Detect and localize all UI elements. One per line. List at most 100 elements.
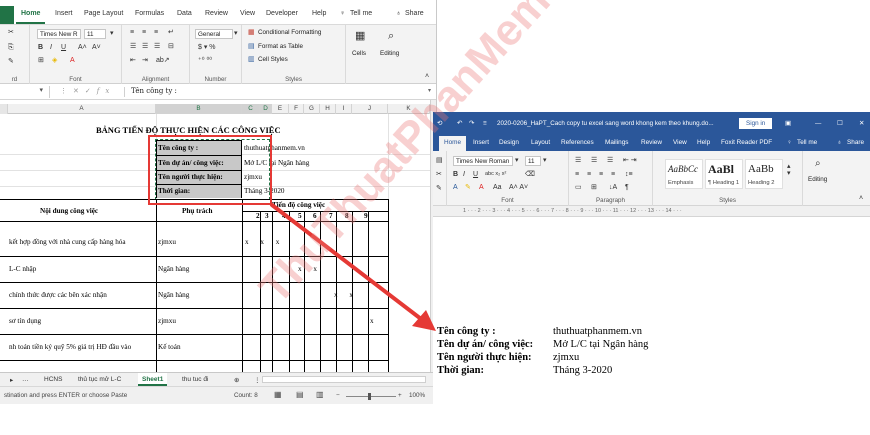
multilevel-icon[interactable]: ☰: [607, 157, 613, 164]
close-icon[interactable]: ✕: [859, 120, 864, 127]
copy-icon[interactable]: ⎘: [8, 44, 14, 51]
page-break-view-icon[interactable]: ▥: [316, 390, 324, 399]
word-editing-button[interactable]: Editing: [808, 176, 827, 183]
underline-icon[interactable]: U: [473, 171, 478, 178]
word-document-page[interactable]: Tên công ty : thuthuatphanmem.vn Tên dự …: [433, 217, 870, 410]
sheet-nav-right-icon[interactable]: ▸: [10, 376, 13, 384]
sheet-tab-thu-tuc-di[interactable]: thu tuc đi: [182, 376, 208, 383]
align-right-icon[interactable]: ≡: [599, 171, 603, 178]
ribbon-display-icon[interactable]: ▣: [785, 120, 791, 127]
minimize-icon[interactable]: —: [815, 120, 821, 127]
decimal-icon[interactable]: ⁺⁰ ⁰⁰: [198, 57, 212, 64]
font-size-dropdown-icon[interactable]: ▾: [543, 157, 547, 164]
excel-tab-review[interactable]: Review: [205, 10, 228, 17]
word-tab-view[interactable]: View: [673, 139, 687, 146]
style-emphasis[interactable]: AaBbCc Emphasis: [665, 159, 703, 189]
italic-icon[interactable]: I: [50, 44, 52, 51]
zoom-level[interactable]: 100%: [409, 392, 425, 399]
zoom-out-icon[interactable]: −: [336, 392, 340, 399]
word-tab-review[interactable]: Review: [641, 139, 662, 146]
align-bottom-icon[interactable]: ≡: [154, 29, 158, 36]
number-format-box[interactable]: General: [195, 29, 233, 39]
sheet-nav-more-icon[interactable]: …: [22, 376, 29, 383]
sheet-tab-sheet1[interactable]: Sheet1: [138, 373, 168, 386]
word-tab-help[interactable]: Help: [697, 139, 710, 146]
font-color-icon[interactable]: A: [70, 57, 75, 64]
excel-tab-view[interactable]: View: [240, 10, 255, 17]
number-format-dropdown-icon[interactable]: ▾: [234, 30, 238, 37]
word-font-size-box[interactable]: 11: [525, 156, 541, 166]
underline-icon[interactable]: U: [61, 44, 66, 51]
align-left-icon[interactable]: ☰: [130, 43, 136, 50]
excel-tab-developer[interactable]: Developer: [266, 10, 298, 17]
column-header-a[interactable]: A: [8, 104, 156, 114]
collapse-ribbon-icon[interactable]: ˄: [859, 195, 863, 202]
numbering-icon[interactable]: ☰: [591, 157, 597, 164]
add-sheet-icon[interactable]: ⊕: [234, 376, 239, 384]
merge-center-icon[interactable]: ⊟: [168, 43, 174, 50]
word-tell-me[interactable]: Tell me: [797, 139, 817, 146]
sheet-tabs-menu-icon[interactable]: ⋮: [254, 376, 261, 384]
zoom-in-icon[interactable]: +: [398, 392, 402, 399]
excel-tab-insert[interactable]: Insert: [55, 10, 73, 17]
word-font-name-box[interactable]: Times New Roman: [453, 156, 513, 166]
font-name-dropdown-icon[interactable]: ▾: [515, 157, 519, 164]
align-top-icon[interactable]: ≡: [130, 29, 134, 36]
excel-share-button[interactable]: Share: [405, 10, 424, 17]
zoom-slider-thumb[interactable]: [368, 393, 371, 400]
justify-icon[interactable]: ≡: [611, 171, 615, 178]
word-share-button[interactable]: Share: [847, 139, 864, 146]
styles-scroll-icon[interactable]: ▴ ▾: [787, 163, 791, 177]
increase-font-icon[interactable]: A˄: [78, 44, 87, 51]
align-middle-icon[interactable]: ≡: [142, 29, 146, 36]
column-header-b[interactable]: B: [156, 104, 242, 114]
align-center-icon[interactable]: ☰: [142, 43, 148, 50]
font-size-box[interactable]: 11: [84, 29, 106, 39]
cells-button[interactable]: Cells: [352, 50, 366, 57]
cut-icon[interactable]: ✂: [8, 29, 14, 36]
decrease-indent-icon[interactable]: ⇤: [130, 57, 136, 64]
redo-icon[interactable]: ↷: [469, 120, 474, 127]
column-header-c[interactable]: C: [242, 104, 260, 114]
word-tab-foxit[interactable]: Foxit Reader PDF: [721, 139, 772, 146]
wrap-text-icon[interactable]: ↵: [168, 29, 174, 36]
format-as-table-button[interactable]: Format as Table: [258, 43, 303, 50]
excel-tab-home[interactable]: Home: [16, 6, 46, 24]
bold-icon[interactable]: B: [38, 44, 43, 51]
align-left-icon[interactable]: ≡: [575, 171, 579, 178]
bullets-icon[interactable]: ☰: [575, 157, 581, 164]
align-center-icon[interactable]: ≡: [587, 171, 591, 178]
cut-icon[interactable]: ✂: [436, 171, 442, 178]
italic-icon[interactable]: I: [463, 171, 465, 178]
column-header-i[interactable]: I: [336, 104, 352, 114]
bold-icon[interactable]: B: [453, 171, 458, 178]
format-painter-icon[interactable]: ✎: [436, 185, 442, 192]
sign-in-button[interactable]: Sign in: [739, 118, 773, 129]
word-tab-design[interactable]: Design: [499, 139, 519, 146]
column-header-f[interactable]: F: [289, 104, 304, 114]
line-spacing-icon[interactable]: ↕≡: [625, 171, 633, 178]
word-tab-layout[interactable]: Layout: [531, 139, 550, 146]
word-tab-references[interactable]: References: [561, 139, 594, 146]
orientation-icon[interactable]: ab↗: [156, 57, 170, 64]
excel-tell-me[interactable]: Tell me: [350, 10, 372, 17]
autosave-icon[interactable]: ⟲: [437, 120, 442, 127]
maximize-icon[interactable]: ☐: [837, 120, 843, 127]
change-case-icon[interactable]: Aa: [493, 184, 502, 191]
increase-indent-icon[interactable]: ⇥: [142, 57, 148, 64]
style-heading-1[interactable]: AaBl ¶ Heading 1: [705, 159, 743, 189]
align-right-icon[interactable]: ☰: [154, 43, 160, 50]
excel-tab-data[interactable]: Data: [177, 10, 192, 17]
font-color-icon[interactable]: A: [479, 184, 484, 191]
borders-icon[interactable]: ⊞: [591, 184, 597, 191]
show-marks-icon[interactable]: ¶: [625, 184, 629, 191]
excel-file-tab-edge[interactable]: [0, 6, 14, 24]
qat-more-icon[interactable]: ≡: [483, 120, 487, 127]
horizontal-scrollbar[interactable]: [262, 376, 426, 383]
worksheet-grid[interactable]: BẢNG TIẾN ĐỘ THỰC HIỆN CÁC CÔNG VIỆC Tên…: [0, 114, 430, 372]
grow-font-icon[interactable]: A˄ A˅: [509, 184, 528, 191]
sheet-tab-hcns[interactable]: HCNS: [44, 376, 62, 383]
word-tab-insert[interactable]: Insert: [473, 139, 489, 146]
font-name-box[interactable]: Times New R: [37, 29, 81, 39]
editing-button[interactable]: Editing: [380, 50, 399, 57]
